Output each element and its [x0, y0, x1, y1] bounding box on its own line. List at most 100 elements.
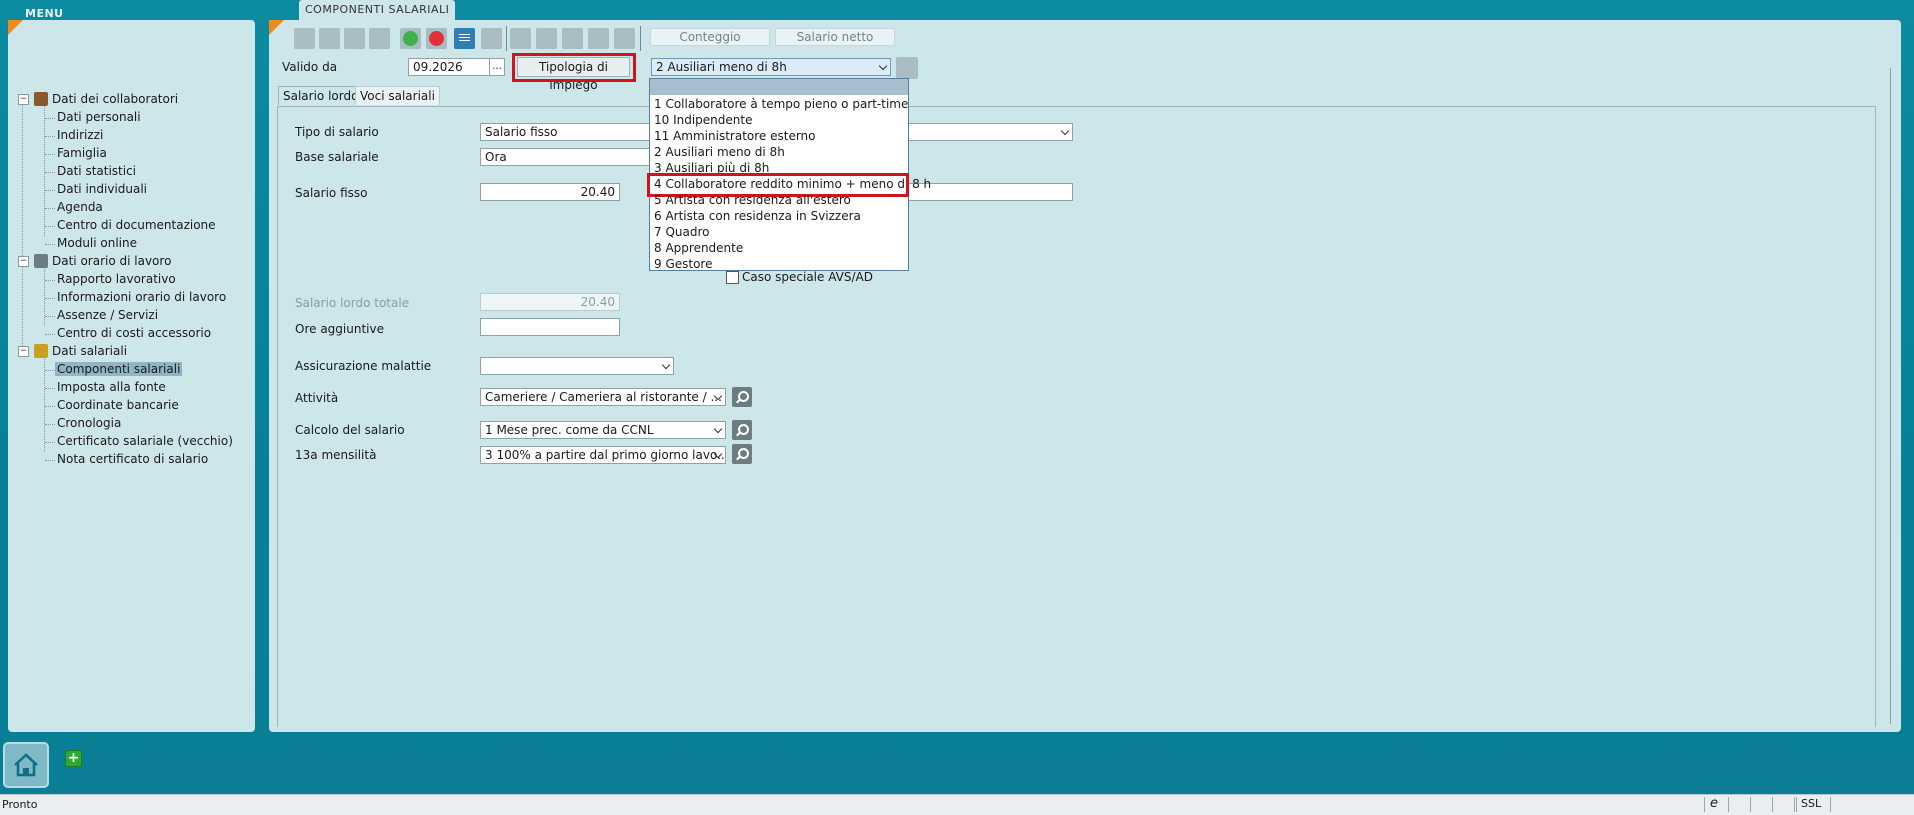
calcolo-salario-label: Calcolo del salario: [295, 423, 405, 437]
tipologia-impiego-select[interactable]: 2 Ausiliari meno di 8h: [651, 58, 891, 76]
calendar-icon: [34, 254, 48, 268]
menu-panel: [8, 20, 255, 732]
dropdown-option[interactable]: 1 Collaboratore à tempo pieno o part-tim…: [654, 97, 908, 111]
base-salariale-label: Base salariale: [295, 150, 379, 164]
calcolo-value: 1 Mese prec. come da CCNL: [485, 423, 654, 437]
salario-netto-button[interactable]: Salario netto: [775, 28, 895, 46]
scrollbar-track[interactable]: [1890, 68, 1891, 724]
attivita-search-icon[interactable]: [732, 387, 752, 407]
cancel-icon[interactable]: [426, 28, 447, 49]
tree-group-label[interactable]: Dati orario di lavoro: [52, 254, 171, 268]
dropdown-option[interactable]: 5 Artista con residenza all'estero: [654, 193, 851, 207]
chevron-down-icon: [878, 61, 888, 71]
ore-aggiuntive-label: Ore aggiuntive: [295, 322, 384, 336]
tree-item[interactable]: Imposta alla fonte: [57, 380, 166, 394]
tree-item[interactable]: Dati individuali: [57, 182, 147, 196]
tree-item[interactable]: Centro di costi accessorio: [57, 326, 211, 340]
tree-item[interactable]: Dati statistici: [57, 164, 136, 178]
tree-collapse-icon[interactable]: −: [18, 256, 29, 267]
assicurazione-malattie-label: Assicurazione malattie: [295, 359, 432, 373]
attivita-select[interactable]: Cameriere / Cameriera al ristorante / ..…: [480, 388, 726, 406]
toolbar-button-12[interactable]: [588, 28, 609, 49]
caso-speciale-checkbox[interactable]: [726, 271, 739, 284]
home-button[interactable]: [3, 742, 49, 788]
tree-collapse-icon[interactable]: −: [18, 346, 29, 357]
calcolo-search-icon[interactable]: [732, 420, 752, 440]
tree-item[interactable]: Rapporto lavorativo: [57, 272, 176, 286]
tredicesima-label: 13a mensilità: [295, 448, 377, 462]
toolbar-button-11[interactable]: [562, 28, 583, 49]
toolbar-button-4[interactable]: [369, 28, 390, 49]
toolbar-button-13[interactable]: [614, 28, 635, 49]
tree-group-label[interactable]: Dati dei collaboratori: [52, 92, 178, 106]
highlight-tipologia: [512, 53, 636, 82]
tipo-salario-value: Salario fisso: [485, 125, 558, 139]
tipologia-extra-button[interactable]: [896, 57, 918, 79]
tree-item[interactable]: Agenda: [57, 200, 103, 214]
dropdown-option[interactable]: 11 Amministratore esterno: [654, 129, 816, 143]
chevron-down-icon: [1060, 126, 1070, 136]
assicurazione-malattie-select[interactable]: [480, 357, 674, 375]
tab-salario-lordo[interactable]: Salario lordo: [278, 86, 364, 105]
add-icon[interactable]: +: [65, 750, 82, 767]
tree-item[interactable]: Dati personali: [57, 110, 141, 124]
dropdown-option[interactable]: 2 Ausiliari meno di 8h: [654, 145, 785, 159]
window-tab[interactable]: COMPONENTI SALARIALI: [299, 0, 456, 20]
tree-item[interactable]: Indirizzi: [57, 128, 103, 142]
tree-item[interactable]: Centro di documentazione: [57, 218, 216, 232]
money-icon: [34, 344, 48, 358]
dropdown-blank-option[interactable]: [650, 79, 908, 95]
salario-lordo-totale-field: 20.40: [480, 293, 620, 311]
tab-voci-salariali[interactable]: Voci salariali: [355, 86, 440, 105]
ore-aggiuntive-input[interactable]: [480, 318, 620, 336]
salario-lordo-totale-label: Salario lordo totale: [295, 296, 410, 310]
tipologia-dropdown-list[interactable]: 1 Collaboratore à tempo pieno o part-tim…: [647, 78, 931, 271]
home-icon: [14, 753, 38, 777]
ie-icon: e: [1710, 796, 1718, 811]
toolbar-button-3[interactable]: [344, 28, 365, 49]
list-view-icon[interactable]: [454, 28, 475, 49]
tredicesima-search-icon[interactable]: [732, 444, 752, 464]
toolbar-button-10[interactable]: [536, 28, 557, 49]
tree-item[interactable]: Componenti salariali: [55, 362, 183, 376]
chevron-down-icon: [661, 360, 671, 370]
toolbar-button-9[interactable]: [510, 28, 531, 49]
tredicesima-value: 3 100% a partire dal primo giorno lavo..…: [485, 448, 726, 462]
dropdown-option[interactable]: 10 Indipendente: [654, 113, 752, 127]
salario-fisso-label: Salario fisso: [295, 186, 368, 200]
tree-item[interactable]: Nota certificato di salario: [57, 452, 208, 466]
base-salariale-select[interactable]: Ora: [480, 148, 650, 166]
tipo-salario-label: Tipo di salario: [295, 125, 379, 139]
save-confirm-icon[interactable]: [400, 28, 421, 49]
tree-item[interactable]: Informazioni orario di lavoro: [57, 290, 226, 304]
calcolo-salario-select[interactable]: 1 Mese prec. come da CCNL: [480, 421, 726, 439]
toolbar-button-2[interactable]: [319, 28, 340, 49]
tree-group-label[interactable]: Dati salariali: [52, 344, 127, 358]
dropdown-option[interactable]: 6 Artista con residenza in Svizzera: [654, 209, 861, 223]
tree-item[interactable]: Famiglia: [57, 146, 107, 160]
valido-da-input[interactable]: 09.2026: [408, 58, 491, 76]
tree-item[interactable]: Coordinate bancarie: [57, 398, 179, 412]
chevron-down-icon: [713, 424, 723, 434]
tree-item[interactable]: Moduli online: [57, 236, 137, 250]
person-icon: [34, 92, 48, 106]
conteggio-button[interactable]: Conteggio: [650, 28, 770, 46]
corner-marker-icon: [269, 20, 284, 35]
tree-item[interactable]: Assenze / Servizi: [57, 308, 158, 322]
attivita-label: Attività: [295, 391, 339, 405]
dropdown-option[interactable]: 8 Apprendente: [654, 241, 743, 255]
tredicesima-select[interactable]: 3 100% a partire dal primo giorno lavo..…: [480, 446, 726, 464]
tree-item[interactable]: Cronologia: [57, 416, 121, 430]
dropdown-option[interactable]: 7 Quadro: [654, 225, 709, 239]
caso-speciale-label: Caso speciale AVS/AD: [742, 270, 873, 284]
valido-da-label: Valido da: [282, 60, 338, 74]
salario-fisso-extra-input[interactable]: [908, 183, 1073, 201]
toolbar-button-8[interactable]: [481, 28, 502, 49]
date-picker-button[interactable]: ...: [489, 58, 505, 76]
attivita-value: Cameriere / Cameriera al ristorante / ..…: [485, 390, 722, 404]
dropdown-option[interactable]: 9 Gestore: [654, 257, 712, 271]
tree-item[interactable]: Certificato salariale (vecchio): [57, 434, 233, 448]
salario-fisso-input[interactable]: 20.40: [480, 183, 620, 201]
tree-collapse-icon[interactable]: −: [18, 94, 29, 105]
toolbar-button-1[interactable]: [294, 28, 315, 49]
